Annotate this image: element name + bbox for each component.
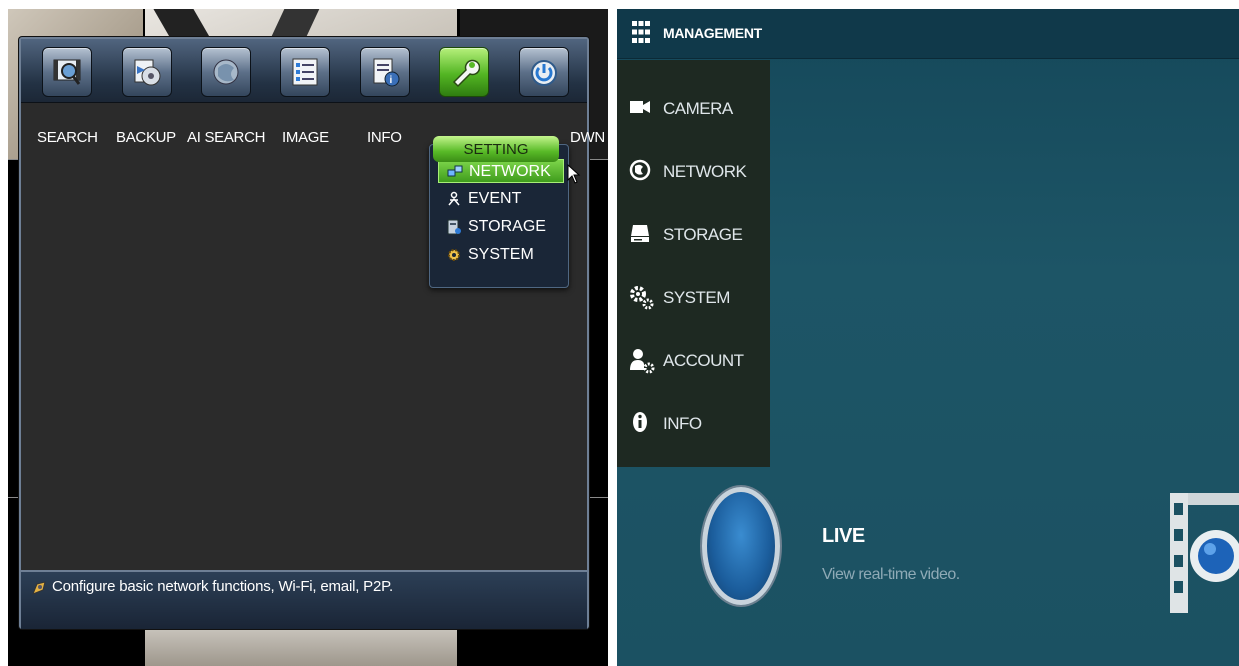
status-bar: Configure basic network functions, Wi-Fi… [21, 570, 587, 629]
search-label: SEARCH [37, 129, 98, 146]
info-icon [633, 412, 647, 432]
dropdown-item-storage[interactable]: STORAGE [438, 215, 564, 239]
ai-search-label: AI SEARCH [187, 129, 266, 146]
backup-toolbar-button[interactable] [122, 47, 172, 97]
live-description: View real-time video. [822, 566, 960, 583]
management-title: MANAGEMENT [663, 25, 762, 41]
system-gear-icon [448, 249, 460, 261]
info-doc-icon: i [373, 58, 400, 87]
setting-dropdown-menu: NETWORK EVENT STORAGE SYSTEM [429, 144, 581, 288]
dropdown-item-network[interactable]: NETWORK [438, 159, 581, 184]
sidebar-item-info-label: INFO [663, 414, 702, 433]
storage-icon [447, 219, 461, 235]
mouse-cursor-icon [567, 164, 581, 184]
management-sidebar: CAMERA NETWORK STORAGE SYSTEM ACCOUNT IN… [617, 60, 770, 467]
camera-icon [630, 101, 650, 113]
sidebar-item-account-label: ACCOUNT [663, 351, 744, 370]
dvr-screen: i SEARCH BACKUP AI SEARCH IMAGE INFO DWN… [8, 9, 608, 666]
dropdown-item-network-label: NETWORK [469, 163, 551, 180]
drive-icon [631, 225, 649, 242]
image-toolbar-button[interactable] [280, 47, 330, 97]
wrench-icon [452, 59, 480, 88]
dropdown-item-system[interactable]: SYSTEM [438, 243, 564, 267]
live-button[interactable] [702, 487, 780, 605]
info-toolbar-button[interactable]: i [360, 47, 410, 97]
management-screen: MANAGEMENT CAMERA NETWORK STORAGE SYSTEM [617, 9, 1239, 666]
sidebar-item-account[interactable]: ACCOUNT [617, 340, 770, 380]
hint-icon [32, 581, 46, 595]
ai-search-icon [213, 59, 239, 85]
svg-text:i: i [390, 75, 393, 86]
event-icon [448, 191, 460, 206]
info-label: INFO [367, 129, 402, 146]
sidebar-item-network-label: NETWORK [663, 162, 747, 181]
sidebar-item-storage-label: STORAGE [663, 225, 743, 244]
power-icon [531, 60, 557, 86]
grid-menu-icon[interactable] [632, 21, 650, 43]
playback-film-icon[interactable] [1170, 481, 1239, 621]
network-icon [447, 165, 463, 177]
shutdown-label: DWN [570, 129, 605, 146]
sidebar-item-network[interactable]: NETWORK [617, 151, 770, 191]
dropdown-item-system-label: SYSTEM [468, 246, 534, 263]
sidebar-item-camera-label: CAMERA [663, 99, 733, 118]
backup-label: BACKUP [116, 129, 176, 146]
live-title: LIVE [822, 525, 865, 547]
search-toolbar-button[interactable] [42, 47, 92, 97]
globe-icon [629, 159, 651, 181]
sidebar-item-system-label: SYSTEM [663, 288, 730, 307]
management-header: MANAGEMENT [617, 9, 1239, 59]
user-gear-icon [630, 349, 655, 374]
image-list-icon [292, 58, 318, 86]
backup-disc-icon [134, 59, 161, 86]
sidebar-item-system[interactable]: SYSTEM [617, 277, 770, 317]
main-menu-window: i SEARCH BACKUP AI SEARCH IMAGE INFO DWN… [19, 37, 605, 629]
sidebar-item-camera[interactable]: CAMERA [617, 88, 770, 128]
setting-dropdown-title[interactable]: SETTING [433, 136, 559, 162]
shutdown-toolbar-button[interactable] [519, 47, 569, 97]
ai-search-toolbar-button[interactable] [201, 47, 251, 97]
gears-icon [630, 286, 654, 310]
dropdown-item-event-label: EVENT [468, 190, 522, 207]
search-film-icon [53, 59, 81, 85]
sidebar-item-storage[interactable]: STORAGE [617, 214, 770, 254]
screenshot-root: i SEARCH BACKUP AI SEARCH IMAGE INFO DWN… [0, 0, 1239, 666]
setting-toolbar-button[interactable] [439, 47, 489, 97]
status-text: Configure basic network functions, Wi-Fi… [52, 578, 393, 595]
image-label: IMAGE [282, 129, 329, 146]
sidebar-item-info[interactable]: INFO [617, 403, 770, 443]
dropdown-item-event[interactable]: EVENT [438, 187, 564, 211]
dropdown-item-storage-label: STORAGE [468, 218, 546, 235]
